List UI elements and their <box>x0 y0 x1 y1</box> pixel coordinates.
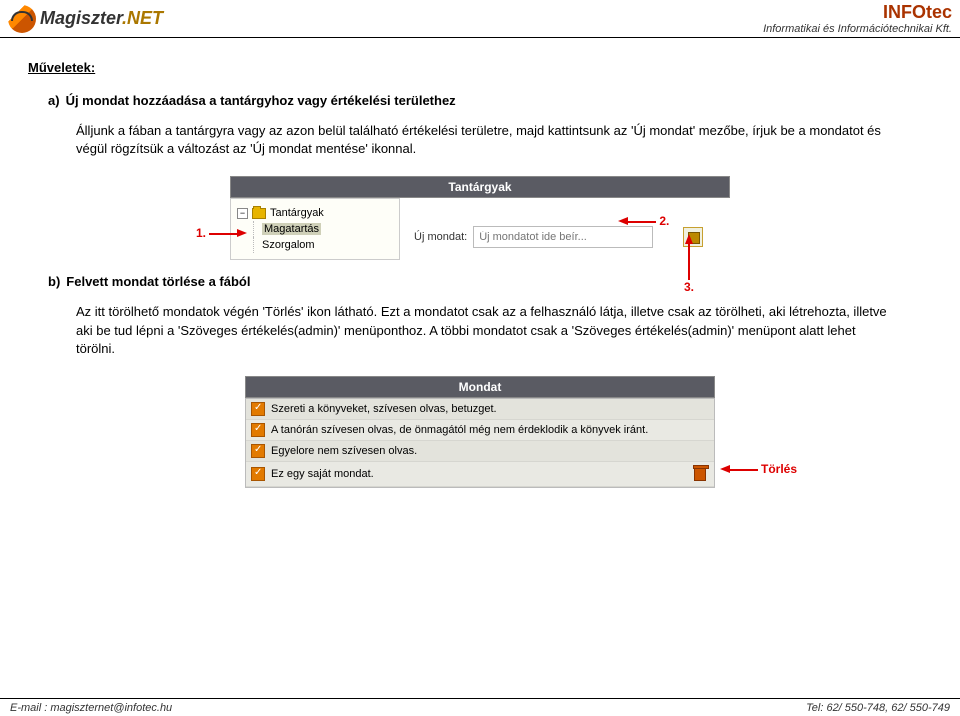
page-header: Magiszter.NET INFOtec Informatikai és In… <box>0 0 960 38</box>
annotation-1: 1. <box>196 226 247 240</box>
company-sub: Informatikai és Információtechnikai Kft. <box>763 23 952 35</box>
logo-text: Magiszter.NET <box>40 8 163 29</box>
logo-ext: .NET <box>122 8 163 28</box>
list-item[interactable]: Szereti a könyveket, szívesen olvas, bet… <box>246 399 714 420</box>
footer-email: E-mail : magiszternet@infotec.hu <box>10 702 172 714</box>
fig2-panel-title: Mondat <box>245 376 715 398</box>
logo-main: Magiszter <box>40 8 122 28</box>
section-a-header: a) Új mondat hozzáadása a tantárgyhoz va… <box>48 93 932 108</box>
logo-icon <box>8 5 36 33</box>
sentence-text: Ez egy saját mondat. <box>271 468 374 480</box>
logo-left: Magiszter.NET <box>8 5 163 33</box>
figure-2: Mondat Szereti a könyveket, szívesen olv… <box>245 376 715 488</box>
tree-item-label: Szorgalom <box>262 239 315 251</box>
field-label: Új mondat: <box>414 231 467 243</box>
tree-root[interactable]: − Tantárgyak <box>237 205 393 221</box>
check-icon[interactable] <box>251 444 265 458</box>
section-b-heading: Felvett mondat törlése a fából <box>66 274 250 289</box>
section-a-paragraph: Álljunk a fában a tantárgyra vagy az azo… <box>76 122 896 158</box>
list-item[interactable]: A tanórán szívesen olvas, de önmagától m… <box>246 420 714 441</box>
content: Műveletek: a) Új mondat hozzáadása a tan… <box>0 38 960 510</box>
section-a-label: a) <box>48 93 60 108</box>
check-icon[interactable] <box>251 402 265 416</box>
list-item[interactable]: Ez egy saját mondat. <box>246 462 714 487</box>
subject-tree: − Tantárgyak Magatartás Szorgalom <box>230 198 400 260</box>
page-footer: E-mail : magiszternet@infotec.hu Tel: 62… <box>0 698 960 716</box>
sentence-text: Szereti a könyveket, szívesen olvas, bet… <box>271 403 497 415</box>
sentence-text: Egyelore nem szívesen olvas. <box>271 445 417 457</box>
new-sentence-input[interactable] <box>473 226 653 248</box>
trash-icon <box>694 467 706 481</box>
delete-label: Törlés <box>761 462 797 476</box>
check-icon[interactable] <box>251 423 265 437</box>
footer-tel: Tel: 62/ 550-748, 62/ 550-749 <box>806 702 950 714</box>
company-name: INFOtec <box>763 2 952 23</box>
annotation-delete: Törlés <box>720 462 797 476</box>
tree-item-selected: Magatartás <box>262 223 321 235</box>
section-a-heading: Új mondat hozzáadása a tantárgyhoz vagy … <box>66 93 456 108</box>
collapse-icon[interactable]: − <box>237 208 248 219</box>
tree-item[interactable]: Magatartás <box>253 221 393 237</box>
folder-icon <box>252 208 266 219</box>
sentence-text: A tanórán szívesen olvas, de önmagától m… <box>271 424 648 436</box>
annotation-2: 2. <box>618 214 669 228</box>
section-b-header: b) Felvett mondat törlése a fából <box>48 274 932 289</box>
fig1-panel-title: Tantárgyak <box>230 176 730 198</box>
section-b-label: b) <box>48 274 60 289</box>
check-icon[interactable] <box>251 467 265 481</box>
delete-button[interactable] <box>691 465 709 483</box>
page-title: Műveletek: <box>28 60 932 75</box>
sentence-list: Szereti a könyveket, szívesen olvas, bet… <box>245 398 715 488</box>
list-item[interactable]: Egyelore nem szívesen olvas. <box>246 441 714 462</box>
figure-1: Tantárgyak − Tantárgyak Magatartás Szorg… <box>230 176 730 260</box>
company-block: INFOtec Informatikai és Információtechni… <box>763 2 952 35</box>
tree-root-label: Tantárgyak <box>270 207 324 219</box>
new-sentence-form: Új mondat: <box>408 198 730 254</box>
annotation-3: 3. <box>684 234 694 294</box>
section-b-paragraph: Az itt törölhető mondatok végén 'Törlés'… <box>76 303 896 358</box>
tree-item[interactable]: Szorgalom <box>253 237 393 253</box>
